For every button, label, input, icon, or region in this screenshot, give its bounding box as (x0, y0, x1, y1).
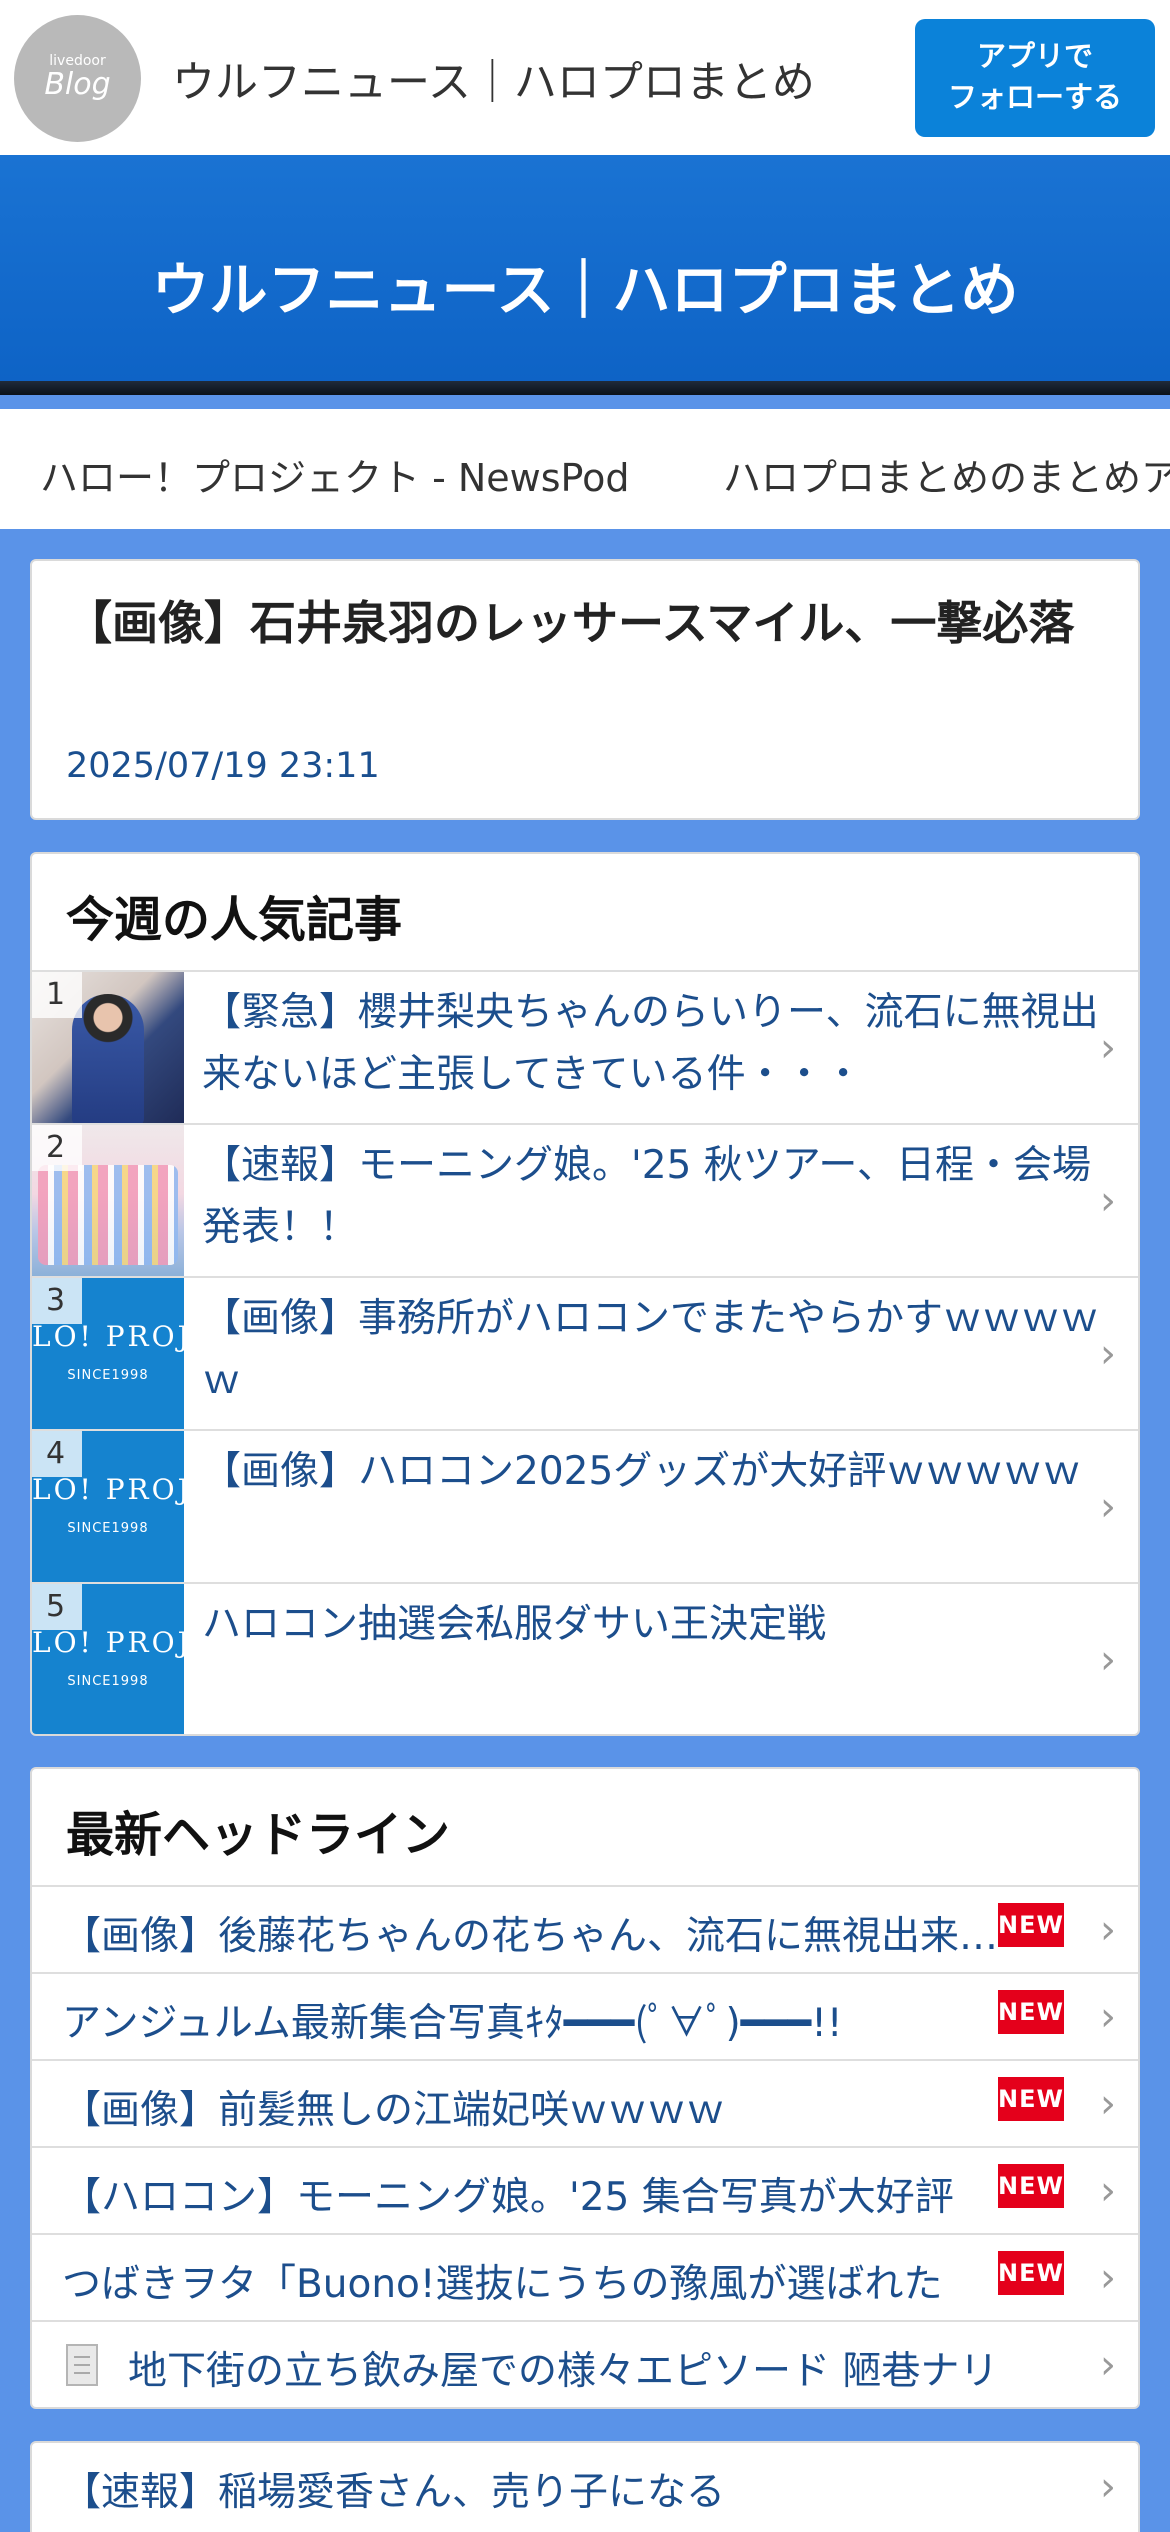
section-title: 最新ヘッドライン (66, 1807, 451, 1863)
ranking-row[interactable]: LO! PROJ SINCE1998 3 【画像】事務所がハロコンでまたやらかす… (32, 1276, 1138, 1431)
new-badge: NEW (998, 1903, 1064, 1947)
headline-title: 【ハロコン】モーニング娘。'25 集合写真が大好評 (62, 2175, 954, 2220)
ranking-row[interactable]: 2 【速報】モーニング娘。'25 秋ツアー、日程・会場発表！！ › (32, 1123, 1138, 1278)
logo-big-text: Blog (44, 67, 111, 102)
new-badge: NEW (998, 1990, 1064, 2034)
thumbnail-logo-subtext: SINCE1998 (67, 1368, 149, 1383)
new-badge: NEW (998, 2251, 1064, 2295)
next-article-card: 【速報】稲場愛香さん、売り子になる › (30, 2441, 1140, 2532)
headline-row[interactable]: アンジュルム最新集合写真ｷﾀ━━━(ﾟ∀ﾟ)━━━!! NEW › (32, 1972, 1138, 2059)
ranking-title: 【速報】モーニング娘。'25 秋ツアー、日程・会場発表！！ (202, 1143, 1092, 1250)
follow-button-line1: アプリで (976, 39, 1093, 73)
headline-title: 【画像】前髪無しの江端妃咲ｗｗｗｗ (62, 2088, 726, 2133)
headline-title: 【画像】後藤花ちゃんの花ちゃん、流石に無視出来ない (62, 1914, 1012, 1959)
ranking-title: ハロコン抽選会私服ダサい王決定戦 (202, 1602, 827, 1647)
headline-row[interactable]: 【画像】前髪無しの江端妃咲ｗｗｗｗ NEW › (32, 2059, 1138, 2146)
chevron-right-icon: › (1100, 1330, 1116, 1377)
rank-number: 4 (32, 1431, 82, 1477)
headline-title: アンジュルム最新集合写真ｷﾀ━━━(ﾟ∀ﾟ)━━━!! (62, 2001, 843, 2046)
ranking-title: 【画像】事務所がハロコンでまたやらかすｗｗｗｗｗ (202, 1296, 1100, 1403)
chevron-right-icon: › (1100, 1024, 1116, 1071)
hero-title[interactable]: ウルフニュース｜ハロプロまとめ (0, 243, 1170, 327)
chevron-right-icon: › (1100, 2167, 1116, 2214)
article-card: 【画像】石井泉羽のレッサースマイル、一撃必落 2025/07/19 23:11 (30, 559, 1140, 820)
ranking-row[interactable]: LO! PROJ SINCE1998 5 ハロコン抽選会私服ダサい王決定戦 › (32, 1582, 1138, 1734)
thumbnail-logo-text: LO! PROJ (32, 1473, 184, 1506)
follow-button-line2: フォローする (947, 80, 1122, 114)
popular-articles-card: 今週の人気記事 1 【緊急】櫻井梨央ちゃんのらいりー、流石に無視出来ないほど主張… (30, 852, 1140, 1736)
chevron-right-icon: › (1100, 2080, 1116, 2127)
thumbnail-logo-subtext: SINCE1998 (67, 1521, 149, 1536)
top-bar: livedoor Blog ウルフニュース｜ハロプロまとめ アプリで フォローす… (0, 0, 1170, 155)
hero-banner: ウルフニュース｜ハロプロまとめ (0, 155, 1170, 395)
chevron-right-icon: › (1100, 2254, 1116, 2301)
headline-title: 【速報】稲場愛香さん、売り子になる (62, 2470, 726, 2515)
ranking-row[interactable]: 1 【緊急】櫻井梨央ちゃんのらいりー、流石に無視出来ないほど主張してきている件・… (32, 970, 1138, 1125)
follow-app-button[interactable]: アプリで フォローする (915, 19, 1155, 137)
rank-number: 5 (32, 1584, 82, 1630)
latest-headlines-card: 最新ヘッドライン 【画像】後藤花ちゃんの花ちゃん、流石に無視出来ない NEW ›… (30, 1767, 1140, 2409)
headline-title: つばきヲタ「Buono!選抜にうちの豫風が選ばれた (62, 2262, 943, 2307)
article-date: 2025/07/19 23:11 (66, 746, 380, 786)
thumbnail-logo-text: LO! PROJ (32, 1320, 184, 1353)
document-icon (66, 2344, 98, 2386)
chevron-right-icon: › (1100, 1993, 1116, 2040)
chevron-right-icon: › (1100, 2341, 1116, 2388)
rank-number: 3 (32, 1278, 82, 1324)
headline-row[interactable]: 【画像】後藤花ちゃんの花ちゃん、流石に無視出来ない NEW › (32, 1885, 1138, 1972)
chevron-right-icon: › (1100, 1636, 1116, 1683)
tag-link[interactable]: ハロー！プロジェクト - NewsPod (40, 447, 629, 502)
headline-row[interactable]: 【速報】稲場愛香さん、売り子になる › (32, 2443, 1138, 2530)
headline-row[interactable]: つばきヲタ「Buono!選抜にうちの豫風が選ばれた NEW › (32, 2233, 1138, 2320)
ranking-title: 【緊急】櫻井梨央ちゃんのらいりー、流石に無視出来ないほど主張してきている件・・・ (202, 990, 1099, 1097)
chevron-right-icon: › (1100, 1906, 1116, 1953)
chevron-right-icon: › (1100, 2463, 1116, 2510)
article-title[interactable]: 【画像】石井泉羽のレッサースマイル、一撃必落 (66, 589, 1106, 657)
thumbnail-logo-subtext: SINCE1998 (67, 1674, 149, 1689)
tag-link[interactable]: ハロプロまとめのまとめア (723, 447, 1170, 502)
new-badge: NEW (998, 2077, 1064, 2121)
rank-number: 2 (32, 1125, 82, 1171)
headline-row[interactable]: 【ハロコン】モーニング娘。'25 集合写真が大好評 NEW › (32, 2146, 1138, 2233)
rank-number: 1 (32, 972, 82, 1018)
headline-row[interactable]: 地下街の立ち飲み屋での様々エピソード 陋巷ナリ › (32, 2320, 1138, 2407)
new-badge: NEW (998, 2164, 1064, 2208)
thumbnail-logo-text: LO! PROJ (32, 1626, 184, 1659)
tag-strip: ハロー！プロジェクト - NewsPod ハロプロまとめのまとめア (0, 409, 1170, 529)
section-title: 今週の人気記事 (66, 892, 403, 948)
ranking-row[interactable]: LO! PROJ SINCE1998 4 【画像】ハロコン2025グッズが大好評… (32, 1429, 1138, 1584)
ranking-title: 【画像】ハロコン2025グッズが大好評ｗｗｗｗｗ (202, 1449, 1082, 1494)
chevron-right-icon: › (1100, 1177, 1116, 1224)
site-name[interactable]: ウルフニュース｜ハロプロまとめ (172, 48, 815, 110)
headline-title: 地下街の立ち飲み屋での様々エピソード 陋巷ナリ (128, 2349, 999, 2394)
livedoor-blog-logo[interactable]: livedoor Blog (14, 15, 141, 142)
chevron-right-icon: › (1100, 1483, 1116, 1530)
